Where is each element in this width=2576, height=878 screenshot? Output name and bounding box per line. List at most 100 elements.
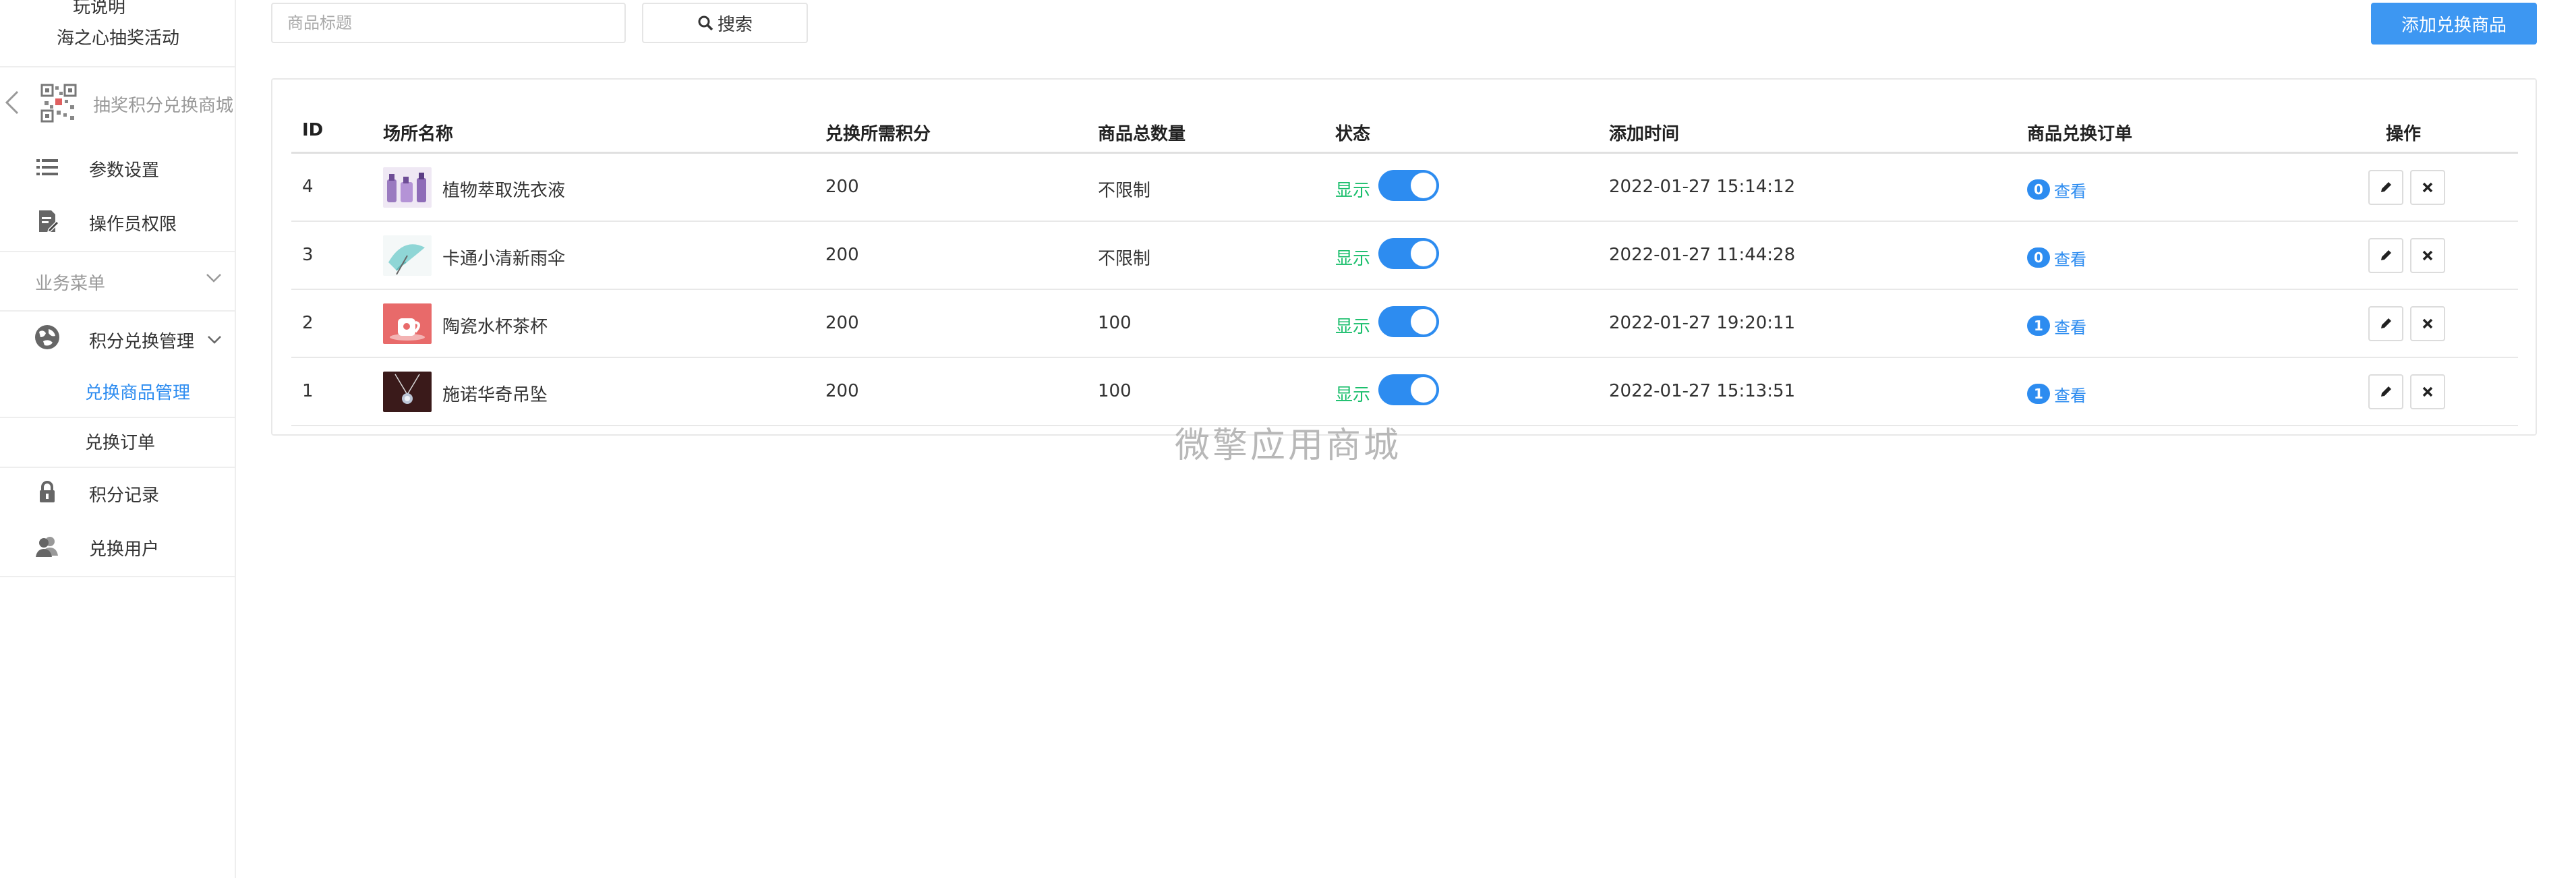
status-text: 显示 <box>1335 317 1371 337</box>
delete-button[interactable] <box>2410 306 2445 341</box>
delete-button[interactable] <box>2410 238 2445 273</box>
chevron-down-icon[interactable] <box>206 334 223 345</box>
column-header-added-time: 添加时间 <box>1609 124 1680 144</box>
view-orders-link[interactable]: 查看 <box>2054 314 2086 338</box>
cell-quantity: 不限制 <box>1098 181 1151 201</box>
sidebar-item-points-records[interactable]: 积分记录 <box>0 468 236 515</box>
document-edit-icon <box>39 210 59 233</box>
pencil-icon <box>2381 318 2391 328</box>
mall-name: 抽奖积分兑换商城 <box>93 96 234 116</box>
close-icon <box>2422 182 2433 193</box>
status-text: 显示 <box>1335 249 1371 269</box>
pencil-icon <box>2381 250 2391 260</box>
table-row: 1 施诺华奇吊坠 200 100 显示 2022-01-27 15:13:51 … <box>291 358 2518 426</box>
sidebar-item-label: 兑换用户 <box>89 539 160 560</box>
cell-id: 1 <box>302 381 314 401</box>
product-thumbnail <box>383 372 432 412</box>
cell-id: 3 <box>302 245 314 265</box>
sidebar-top-text: 玩说明 <box>73 0 126 18</box>
status-text: 显示 <box>1335 385 1371 405</box>
divider <box>0 251 236 252</box>
status-toggle[interactable] <box>1378 306 1439 337</box>
column-header-actions: 操作 <box>2386 124 2422 144</box>
cell-added-time: 2022-01-27 15:13:51 <box>1609 381 1796 401</box>
edit-button[interactable] <box>2368 374 2403 409</box>
cell-points: 200 <box>825 177 859 197</box>
status-toggle[interactable] <box>1378 170 1439 201</box>
menu-group-label[interactable]: 业务菜单 <box>35 270 105 295</box>
goods-table: ID 场所名称 兑换所需积分 商品总数量 状态 添加时间 商品兑换订单 操作 4… <box>291 100 2518 426</box>
users-icon <box>36 537 58 557</box>
close-icon <box>2422 318 2433 329</box>
sidebar: 玩说明 海之心抽奖活动 抽奖积分兑换商城 参数设置 操作员权限 业务菜单 积分兑… <box>0 0 236 878</box>
column-header-name: 场所名称 <box>383 124 454 144</box>
goods-table-card: ID 场所名称 兑换所需积分 商品总数量 状态 添加时间 商品兑换订单 操作 4… <box>271 78 2537 436</box>
order-count-badge: 0 <box>2027 247 2050 268</box>
cell-added-time: 2022-01-27 15:14:12 <box>1609 177 1796 197</box>
table-header: ID 场所名称 兑换所需积分 商品总数量 状态 添加时间 商品兑换订单 操作 <box>291 100 2518 154</box>
app-name: 海之心抽奖活动 <box>56 28 179 49</box>
view-orders-link[interactable]: 查看 <box>2054 178 2086 202</box>
cell-points: 200 <box>825 381 859 401</box>
view-orders-link[interactable]: 查看 <box>2054 382 2086 406</box>
sidebar-item-label: 积分兑换管理 <box>89 332 195 352</box>
cell-quantity: 100 <box>1098 381 1132 401</box>
list-icon <box>36 159 58 175</box>
add-exchange-goods-button[interactable]: 添加兑换商品 <box>2371 3 2537 45</box>
chevron-down-icon[interactable] <box>205 272 223 285</box>
column-header-points: 兑换所需积分 <box>825 124 931 144</box>
mall-switcher[interactable]: 抽奖积分兑换商城 <box>0 67 236 138</box>
cell-name: 卡通小清新雨伞 <box>442 249 566 269</box>
sidebar-subitem-goods-management[interactable]: 兑换商品管理 <box>85 379 190 404</box>
cell-name: 施诺华奇吊坠 <box>442 385 548 405</box>
column-header-status: 状态 <box>1335 124 1371 144</box>
sidebar-item-label: 操作员权限 <box>89 214 177 235</box>
sidebar-item-label: 参数设置 <box>89 160 160 181</box>
sidebar-item-points-exchange[interactable]: 积分兑换管理 <box>0 314 236 361</box>
product-thumbnail <box>383 235 432 276</box>
divider <box>0 576 236 577</box>
order-count-badge: 1 <box>2027 384 2050 404</box>
edit-button[interactable] <box>2368 238 2403 273</box>
view-orders-link[interactable]: 查看 <box>2054 246 2086 270</box>
table-row: 4 植物萃取洗衣液 200 不限制 显示 2022-01-27 15:14:12… <box>291 154 2518 222</box>
pencil-icon <box>2381 182 2391 192</box>
globe-icon <box>35 325 59 349</box>
search-icon <box>698 16 713 31</box>
status-toggle[interactable] <box>1378 374 1439 405</box>
sidebar-item-exchange-users[interactable]: 兑换用户 <box>0 522 236 569</box>
column-header-orders: 商品兑换订单 <box>2027 124 2133 144</box>
search-button[interactable]: 搜索 <box>642 3 808 43</box>
lock-icon <box>40 481 55 502</box>
edit-button[interactable] <box>2368 170 2403 205</box>
order-count-badge: 1 <box>2027 316 2050 336</box>
cell-quantity: 不限制 <box>1098 249 1151 269</box>
delete-button[interactable] <box>2410 170 2445 205</box>
sidebar-item-params[interactable]: 参数设置 <box>0 143 236 190</box>
divider <box>0 310 236 312</box>
table-row: 3 卡通小清新雨伞 200 不限制 显示 2022-01-27 11:44:28… <box>291 222 2518 290</box>
search-button-label: 搜索 <box>717 14 753 35</box>
pencil-icon <box>2381 386 2391 397</box>
product-thumbnail <box>383 167 432 208</box>
cell-quantity: 100 <box>1098 313 1132 333</box>
qr-code-icon <box>40 84 77 123</box>
sidebar-item-label: 积分记录 <box>89 486 160 506</box>
search-input[interactable] <box>271 3 626 43</box>
close-icon <box>2422 386 2433 397</box>
cell-name: 陶瓷水杯茶杯 <box>442 317 548 337</box>
sidebar-subitem-orders[interactable]: 兑换订单 <box>85 429 155 454</box>
product-thumbnail <box>383 303 432 344</box>
chevron-left-icon[interactable] <box>3 89 22 116</box>
cell-added-time: 2022-01-27 19:20:11 <box>1609 313 1796 333</box>
cell-points: 200 <box>825 313 859 333</box>
sidebar-item-operator-permissions[interactable]: 操作员权限 <box>0 197 236 244</box>
divider <box>0 417 236 418</box>
cell-points: 200 <box>825 245 859 265</box>
column-header-id: ID <box>302 120 324 140</box>
delete-button[interactable] <box>2410 374 2445 409</box>
close-icon <box>2422 250 2433 261</box>
cell-added-time: 2022-01-27 11:44:28 <box>1609 245 1796 265</box>
status-toggle[interactable] <box>1378 238 1439 269</box>
edit-button[interactable] <box>2368 306 2403 341</box>
